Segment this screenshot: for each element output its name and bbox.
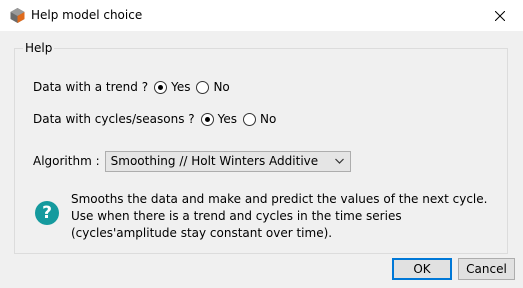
algorithm-select[interactable]: Smoothing // Holt Winters Additive (104, 150, 351, 172)
group-legend: Help (23, 41, 55, 55)
algorithm-label: Algorithm : (33, 154, 100, 168)
radio-label: Yes (217, 112, 238, 126)
cancel-button[interactable]: Cancel (458, 258, 515, 280)
seasons-label: Data with cycles/seasons ? (33, 112, 195, 126)
algorithm-row: Algorithm : Smoothing // Holt Winters Ad… (33, 150, 351, 172)
trend-no-radio[interactable]: No (196, 80, 230, 94)
seasons-no-radio[interactable]: No (243, 112, 276, 126)
close-icon (495, 10, 505, 21)
algorithm-selected-value: Smoothing // Holt Winters Additive (110, 154, 319, 168)
help-block: ? Smooths the data and make and predict … (33, 189, 503, 247)
question-icon: ? (35, 201, 59, 225)
close-button[interactable] (477, 0, 523, 31)
window-title: Help model choice (31, 8, 143, 22)
seasons-yes-radio[interactable]: Yes (200, 112, 238, 126)
app-logo-icon (10, 8, 25, 23)
chevron-down-icon (334, 158, 344, 164)
help-group: Help Data with a trend ? Yes No Data wit… (14, 41, 508, 254)
radio-checked-icon (200, 112, 214, 126)
help-text: Smooths the data and make and predict th… (71, 192, 488, 240)
ok-button[interactable]: OK (392, 258, 452, 280)
radio-unchecked-icon (243, 112, 257, 126)
radio-label: Yes (171, 80, 191, 94)
trend-row: Data with a trend ? Yes No (33, 78, 230, 96)
trend-label: Data with a trend ? (33, 80, 149, 94)
dialog-body: Help Data with a trend ? Yes No Data wit… (0, 31, 523, 288)
radio-checked-icon (154, 80, 168, 94)
radio-unchecked-icon (196, 80, 210, 94)
trend-yes-radio[interactable]: Yes (154, 80, 190, 94)
seasons-row: Data with cycles/seasons ? Yes No (33, 110, 276, 128)
radio-label: No (260, 112, 277, 126)
radio-label: No (213, 80, 230, 94)
title-bar: Help model choice (0, 0, 523, 31)
